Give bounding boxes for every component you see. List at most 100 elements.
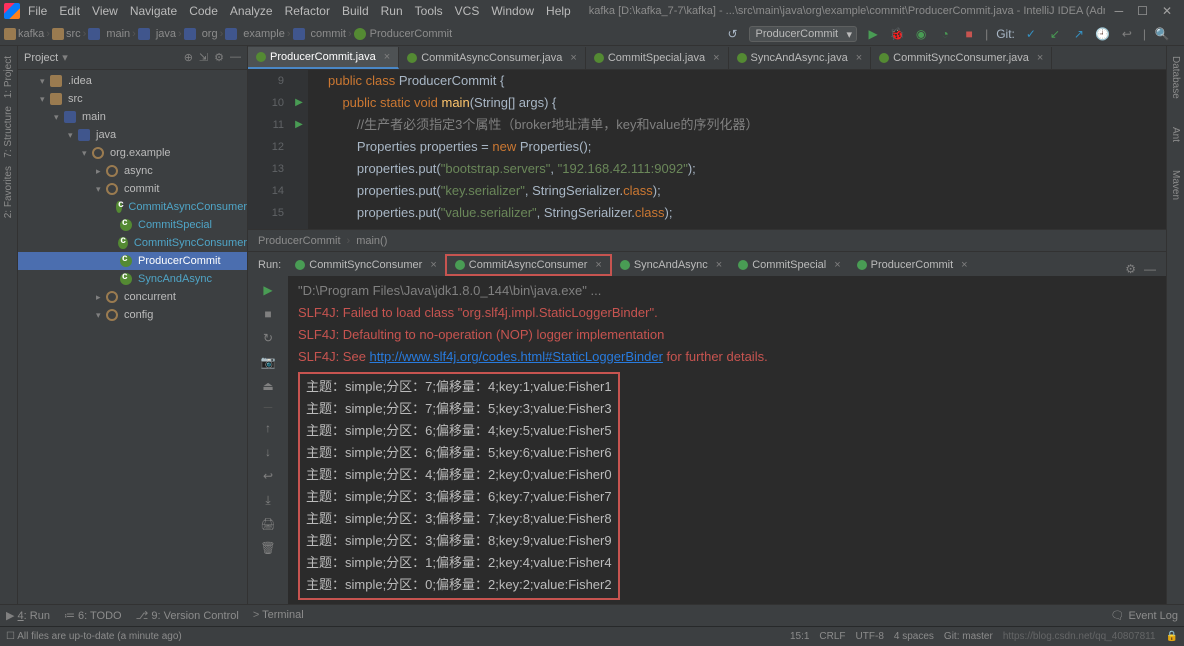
menu-tools[interactable]: Tools xyxy=(409,2,449,20)
scroll-icon[interactable]: ⤓ xyxy=(258,490,278,510)
softwrap-icon[interactable]: ↩ xyxy=(258,466,278,486)
tree-node-main[interactable]: ▾main xyxy=(18,108,247,126)
bottom-tool-run[interactable]: ▶ 4: Run xyxy=(6,609,50,622)
close-tab-icon[interactable]: × xyxy=(570,52,576,64)
menu-build[interactable]: Build xyxy=(336,2,375,20)
run-tab[interactable]: SyncAndAsync× xyxy=(612,254,730,276)
editor-tab[interactable]: CommitAsyncConsumer.java× xyxy=(399,47,586,69)
expand-icon[interactable]: ▸ xyxy=(96,292,104,303)
tree-node-src[interactable]: ▾src xyxy=(18,90,247,108)
tree-node--idea[interactable]: ▾.idea xyxy=(18,72,247,90)
settings-icon[interactable]: ⚙ xyxy=(214,51,224,64)
tree-node-config[interactable]: ▾config xyxy=(18,306,247,324)
tree-node-org-example[interactable]: ▾org.example xyxy=(18,144,247,162)
run-config-select[interactable]: ProducerCommit xyxy=(749,26,858,42)
debug-icon[interactable]: 🐞 xyxy=(889,26,905,42)
indent[interactable]: 4 spaces xyxy=(894,631,934,642)
event-log-button[interactable]: 🗨 Event Log xyxy=(1110,609,1178,622)
hide-icon[interactable]: — xyxy=(230,51,241,64)
breadcrumb-item[interactable]: org xyxy=(202,28,218,40)
profile-icon[interactable]: ◔ xyxy=(937,26,953,42)
stop-run-icon[interactable]: ■ xyxy=(258,304,278,324)
git-commit-icon[interactable]: ↙ xyxy=(1047,26,1063,42)
breadcrumb-item[interactable]: commit xyxy=(311,28,346,40)
bottom-tool-terminal[interactable]: > Terminal xyxy=(253,609,304,622)
expand-icon[interactable]: ▾ xyxy=(96,184,104,195)
expand-icon[interactable]: ▾ xyxy=(82,148,90,159)
bc-class[interactable]: ProducerCommit xyxy=(258,235,341,247)
line-sep[interactable]: CRLF xyxy=(819,631,845,642)
expand-icon[interactable]: ▸ xyxy=(96,166,104,177)
rail-database[interactable]: Database xyxy=(1168,52,1183,103)
menu-window[interactable]: Window xyxy=(485,2,540,20)
sync-icon[interactable]: ↺ xyxy=(725,26,741,42)
code-content[interactable]: public class ProducerCommit { public sta… xyxy=(308,70,1166,229)
run-tab[interactable]: CommitSpecial× xyxy=(730,254,848,276)
editor-breadcrumb[interactable]: ProducerCommit › main() xyxy=(248,229,1166,251)
close-run-tab-icon[interactable]: × xyxy=(834,259,840,271)
bc-method[interactable]: main() xyxy=(356,235,387,247)
charset[interactable]: UTF-8 xyxy=(856,631,884,642)
exit-icon[interactable]: ⏏ xyxy=(258,376,278,396)
run-settings-icon[interactable]: ⚙ xyxy=(1125,262,1136,276)
caret-position[interactable]: 15:1 xyxy=(790,631,809,642)
dump-icon[interactable]: 📷 xyxy=(258,352,278,372)
menu-navigate[interactable]: Navigate xyxy=(124,2,183,20)
down-icon[interactable]: ↓ xyxy=(258,442,278,462)
git-branch[interactable]: Git: master xyxy=(944,631,993,642)
breadcrumb-item[interactable]: example xyxy=(243,28,285,40)
breadcrumb-item[interactable]: main xyxy=(106,28,130,40)
menu-refactor[interactable]: Refactor xyxy=(279,2,336,20)
editor-tab[interactable]: CommitSyncConsumer.java× xyxy=(871,47,1052,69)
menu-analyze[interactable]: Analyze xyxy=(224,2,279,20)
run-tab[interactable]: ProducerCommit× xyxy=(849,254,976,276)
editor-tab[interactable]: SyncAndAsync.java× xyxy=(729,47,872,69)
close-tab-icon[interactable]: × xyxy=(384,51,390,63)
run-icon[interactable]: ▶ xyxy=(865,26,881,42)
console-output[interactable]: "D:\Program Files\Java\jdk1.8.0_144\bin\… xyxy=(288,276,1166,604)
tree-node-async[interactable]: ▸async xyxy=(18,162,247,180)
close-icon[interactable]: ✕ xyxy=(1162,4,1172,18)
expand-icon[interactable]: ▾ xyxy=(68,130,76,141)
rail-structure[interactable]: 7: Structure xyxy=(1,102,16,162)
close-run-tab-icon[interactable]: × xyxy=(961,259,967,271)
search-icon[interactable]: 🔍 xyxy=(1154,26,1170,42)
close-tab-icon[interactable]: × xyxy=(856,52,862,64)
run-hide-icon[interactable]: — xyxy=(1144,262,1156,276)
tree-node-commitsyncconsumer[interactable]: CommitSyncConsumer xyxy=(18,234,247,252)
run-tab[interactable]: CommitSyncConsumer× xyxy=(287,254,445,276)
run-gutter[interactable]: ▶▶ xyxy=(290,70,308,229)
stop-icon[interactable]: ■ xyxy=(961,26,977,42)
tree-node-producercommit[interactable]: ProducerCommit xyxy=(18,252,247,270)
expand-icon[interactable]: ▾ xyxy=(40,94,48,105)
lock-icon[interactable]: 🔒 xyxy=(1166,631,1178,642)
expand-icon[interactable]: ▾ xyxy=(40,76,48,87)
close-run-tab-icon[interactable]: × xyxy=(716,259,722,271)
breadcrumb-item[interactable]: src xyxy=(66,28,81,40)
rail-ant[interactable]: Ant xyxy=(1168,123,1183,146)
expand-icon[interactable]: ▾ xyxy=(96,310,104,321)
editor-tab[interactable]: CommitSpecial.java× xyxy=(586,47,729,69)
close-tab-icon[interactable]: × xyxy=(1037,52,1043,64)
rail-favorites[interactable]: 2: Favorites xyxy=(1,162,16,222)
tree-node-commit[interactable]: ▾commit xyxy=(18,180,247,198)
up-icon[interactable]: ↑ xyxy=(258,418,278,438)
tree-node-commitspecial[interactable]: CommitSpecial xyxy=(18,216,247,234)
close-run-tab-icon[interactable]: × xyxy=(430,259,436,271)
close-tab-icon[interactable]: × xyxy=(713,52,719,64)
rail-maven[interactable]: Maven xyxy=(1168,166,1183,204)
collapse-icon[interactable]: ⇲ xyxy=(199,51,208,64)
tree-node-syncandasync[interactable]: SyncAndAsync xyxy=(18,270,247,288)
tree-node-concurrent[interactable]: ▸concurrent xyxy=(18,288,247,306)
code-editor[interactable]: 910111213141516 ▶▶ public class Producer… xyxy=(248,70,1166,229)
git-update-icon[interactable]: ✓ xyxy=(1023,26,1039,42)
bottom-tool-todo[interactable]: ≔ 6: TODO xyxy=(64,609,122,622)
rerun-icon[interactable]: ▶ xyxy=(258,280,278,300)
menu-file[interactable]: File xyxy=(22,2,53,20)
rail-project[interactable]: 1: Project xyxy=(1,52,16,102)
breadcrumb-item[interactable]: java xyxy=(156,28,176,40)
tree-node-commitasyncconsumer[interactable]: CommitAsyncConsumer xyxy=(18,198,247,216)
tree-node-java[interactable]: ▾java xyxy=(18,126,247,144)
breadcrumb-file[interactable]: ProducerCommit xyxy=(370,28,453,40)
minimize-icon[interactable]: ─ xyxy=(1115,4,1124,18)
